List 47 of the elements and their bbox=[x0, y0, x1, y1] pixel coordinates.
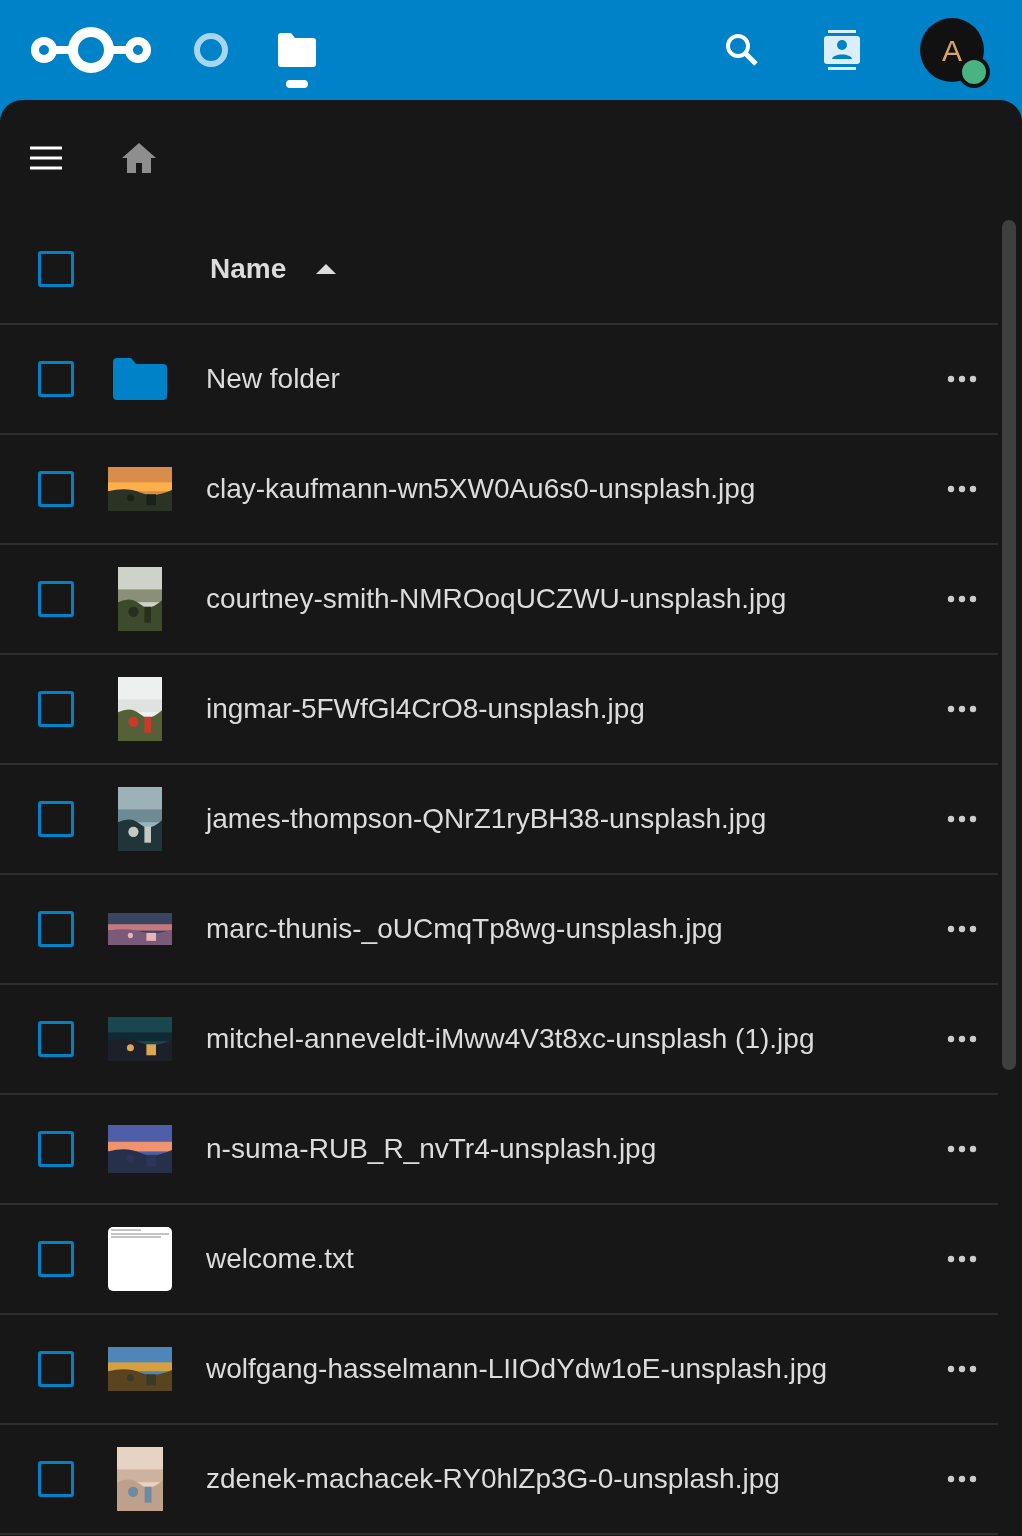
more-icon bbox=[947, 1475, 977, 1483]
more-icon bbox=[947, 595, 977, 603]
checkbox[interactable] bbox=[38, 1461, 74, 1497]
more-icon bbox=[947, 375, 977, 383]
file-name[interactable]: wolfgang-hasselmann-LIIOdYdw1oE-unsplash.jpg bbox=[206, 1348, 828, 1390]
more-icon bbox=[947, 1365, 977, 1373]
logo[interactable] bbox=[30, 24, 152, 76]
checkbox[interactable] bbox=[38, 471, 74, 507]
folder-icon bbox=[278, 33, 316, 67]
checkbox[interactable] bbox=[38, 801, 74, 837]
checkbox[interactable] bbox=[38, 1351, 74, 1387]
more-icon bbox=[947, 1145, 977, 1153]
checkbox[interactable] bbox=[38, 691, 74, 727]
contact-card-icon bbox=[824, 30, 860, 70]
checkbox[interactable] bbox=[38, 581, 74, 617]
more-icon bbox=[947, 705, 977, 713]
home-button[interactable] bbox=[122, 142, 156, 173]
scrollbar[interactable] bbox=[1002, 220, 1016, 1070]
more-icon bbox=[947, 925, 977, 933]
more-icon bbox=[947, 1035, 977, 1043]
circle-icon bbox=[193, 32, 229, 68]
home-icon bbox=[122, 142, 156, 173]
name-column-header[interactable]: Name bbox=[210, 248, 337, 290]
search-icon bbox=[725, 33, 759, 67]
file-name[interactable]: zdenek-machacek-RY0hlZp3G-0-unsplash.jpg bbox=[206, 1458, 780, 1500]
checkbox[interactable] bbox=[38, 1131, 74, 1167]
file-name[interactable]: marc-thunis-_oUCmqTp8wg-unsplash.jpg bbox=[206, 908, 723, 950]
menu-icon bbox=[30, 145, 62, 170]
folder-icon bbox=[113, 358, 167, 400]
more-icon bbox=[947, 815, 977, 823]
file-name[interactable]: New folder bbox=[206, 358, 340, 400]
checkbox[interactable] bbox=[38, 1021, 74, 1057]
text-file-thumbnail bbox=[108, 1227, 172, 1291]
file-name[interactable]: courtney-smith-NMROoqUCZWU-unsplash.jpg bbox=[206, 578, 787, 620]
file-name[interactable]: ingmar-5FWfGl4CrO8-unsplash.jpg bbox=[206, 688, 645, 730]
checkbox[interactable] bbox=[38, 1241, 74, 1277]
checkbox[interactable] bbox=[38, 361, 74, 397]
more-icon bbox=[947, 485, 977, 493]
file-name[interactable]: mitchel-anneveldt-iMww4V3t8xc-unsplash (1).jpg bbox=[206, 1018, 815, 1060]
menu-button[interactable] bbox=[30, 145, 62, 170]
file-name[interactable]: n-suma-RUB_R_nvTr4-unsplash.jpg bbox=[206, 1128, 657, 1170]
more-icon bbox=[947, 1255, 977, 1263]
file-name[interactable]: welcome.txt bbox=[206, 1238, 354, 1280]
checkbox[interactable] bbox=[38, 911, 74, 947]
checkbox[interactable] bbox=[38, 251, 74, 287]
file-name[interactable]: james-thompson-QNrZ1ryBH38-unsplash.jpg bbox=[206, 798, 767, 840]
file-name[interactable]: clay-kaufmann-wn5XW0Au6s0-unsplash.jpg bbox=[206, 468, 756, 510]
